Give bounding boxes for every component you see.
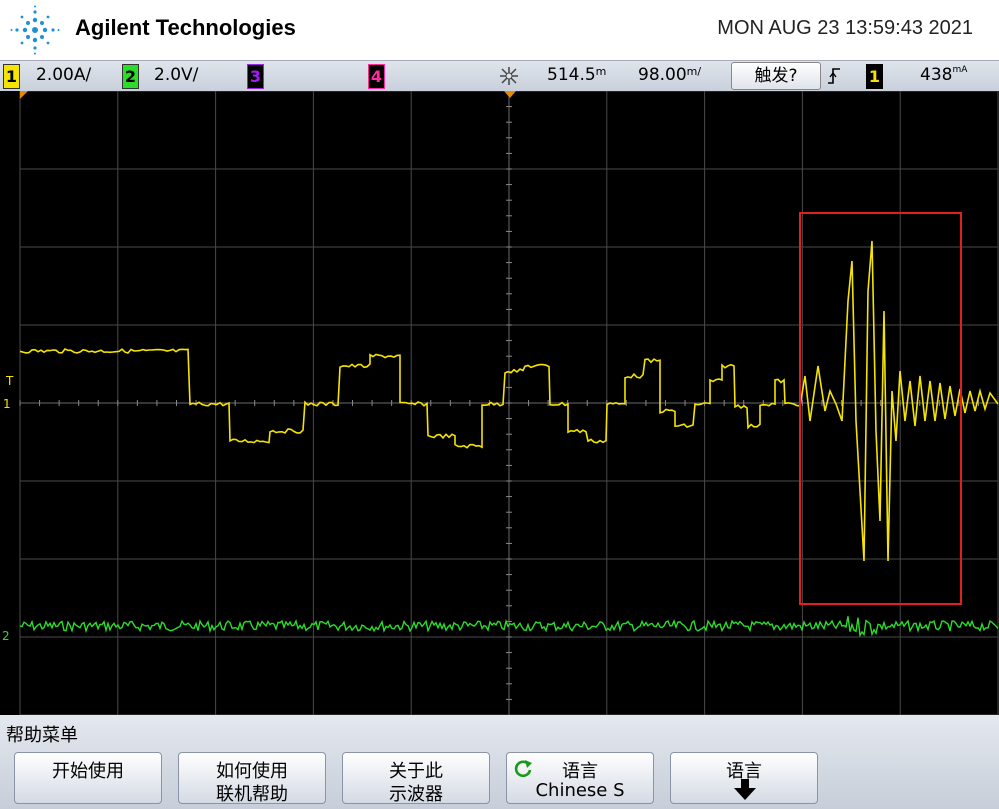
time-delay-unit: m [595,65,607,78]
time-per-div[interactable]: 98.00m/ [638,65,701,85]
brand-name: Agilent Technologies [75,15,296,40]
channel-1-ground-marker: 1 [3,397,11,411]
time-delay[interactable]: 514.5m [547,65,606,85]
channel-1-scale[interactable]: 2.00A/ [36,65,91,85]
softkey-label: 联机帮助 [216,784,288,805]
acquire-run-icon [500,67,518,85]
trigger-level-unit: mA [952,65,968,75]
softkey-language-menu[interactable]: 语言 [670,752,818,804]
trigger-source-badge[interactable]: 1 [866,64,883,89]
softkey-getting-started[interactable]: 开始使用 [14,752,162,804]
channel-4-badge[interactable]: 4 [368,64,385,89]
channel-1-badge[interactable]: 1 [3,64,20,89]
time-per-div-value: 98.00 [638,65,687,85]
trigger-level-marker: T [5,374,14,388]
trigger-status-button[interactable]: 触发? [731,62,821,90]
waveform-canvas: T 1 2 [2,91,999,715]
trigger-level[interactable]: 438mA [920,65,967,85]
softkey-using-online-help[interactable]: 如何使用 联机帮助 [178,752,326,805]
time-delay-value: 514.5 [547,65,596,85]
arrow-down-icon [734,779,756,800]
softkey-about-oscilloscope[interactable]: 关于此 示波器 [342,752,490,805]
agilent-spark-logo-icon [10,5,60,55]
channel-2-badge[interactable]: 2 [122,64,139,89]
softkey-label: Chinese S [535,780,625,801]
softkey-language-select[interactable]: 语言 Chinese S [506,752,654,804]
waveform-display[interactable]: T 1 2 [0,91,999,715]
trigger-level-value: 438 [920,65,953,85]
status-bar: 1 2.00A/ 2 2.0V/ 3 4 514.5m 98.00m/ 触发? … [0,60,999,92]
header: Agilent Technologies MON AUG 23 13:59:43… [0,0,999,60]
menu-title: 帮助菜单 [6,725,78,746]
channel-2-ground-marker: 2 [2,629,10,643]
ch1-offset-marker-top [20,91,28,99]
softkey-label: 示波器 [389,784,443,805]
channel-3-badge[interactable]: 3 [247,64,264,89]
rising-edge-trigger-icon [828,68,840,84]
channel-2-scale[interactable]: 2.0V/ [154,65,198,85]
trigger-position-marker [504,91,516,98]
softkey-label: 开始使用 [52,761,124,782]
graticule-grid [19,91,999,715]
datetime: MON AUG 23 13:59:43 2021 [717,17,973,39]
softkey-menu: 帮助菜单 开始使用 如何使用 联机帮助 关于此 示波器 语言 Chinese S… [0,715,999,809]
time-per-div-unit: m/ [686,65,702,78]
